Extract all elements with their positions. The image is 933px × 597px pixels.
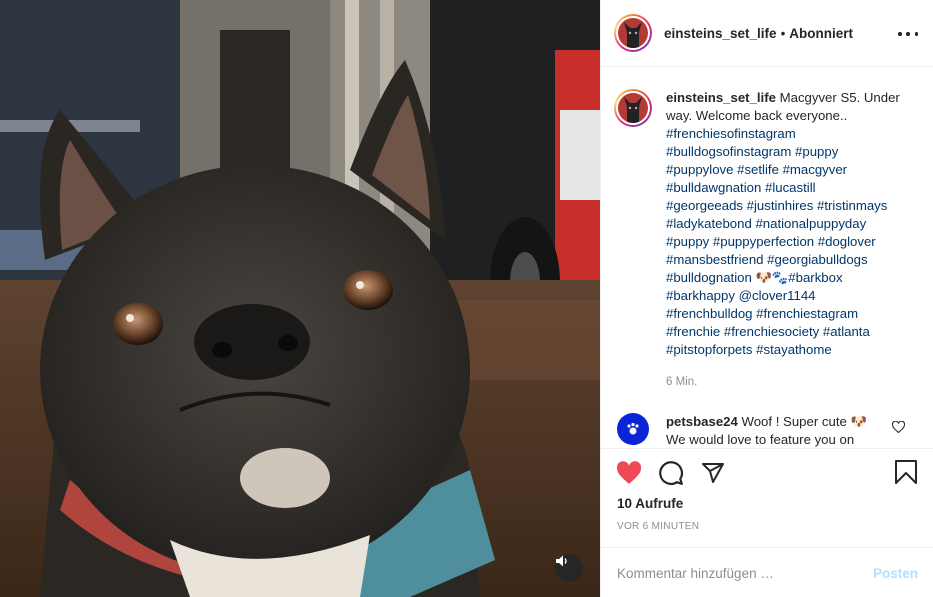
save-button[interactable]: [894, 459, 922, 487]
like-button[interactable]: [615, 459, 643, 487]
more-dot-icon: [898, 32, 902, 36]
caption-username-link[interactable]: einsteins_set_life: [666, 90, 776, 105]
paper-plane-icon: [702, 463, 724, 483]
hashtag-line[interactable]: #frenchbulldog #frenchiestagram: [666, 305, 916, 323]
comment-body: Woof ! Super cute 🐶: [741, 414, 867, 429]
hashtag-line[interactable]: #puppy #puppyperfection #doglover: [666, 233, 916, 251]
caption-avatar[interactable]: [614, 89, 652, 127]
hashtag-line[interactable]: #mansbestfriend #georgiabulldogs: [666, 251, 916, 269]
instagram-post-modal: einsteins_set_life • Abonniert einsteins…: [0, 0, 933, 597]
header-username-link[interactable]: einsteins_set_life: [664, 26, 777, 41]
heart-filled-icon: [616, 461, 642, 484]
post-actions: 10 Aufrufe VOR 6 MINUTEN Posten: [601, 448, 933, 597]
caption-timestamp[interactable]: 6 Min.: [666, 376, 697, 388]
post-video[interactable]: [0, 0, 600, 597]
post-timestamp[interactable]: VOR 6 MINUTEN: [617, 521, 699, 532]
hashtag-line[interactable]: #bulldogsofinstagram #puppy: [666, 143, 916, 161]
more-options-button[interactable]: [898, 24, 918, 44]
comment-button[interactable]: [657, 459, 685, 487]
hashtag-line[interactable]: #pitstopforpets #stayathome: [666, 341, 916, 359]
hashtag-line[interactable]: #frenchiesofinstagram: [666, 125, 916, 143]
hashtag-line[interactable]: #puppylove #setlife #macgyver: [666, 161, 916, 179]
avatar-image: [618, 18, 648, 48]
comment-icon: [659, 461, 683, 485]
caption-text: einsteins_set_life Macgyver S5. Under wa…: [666, 89, 916, 359]
avatar[interactable]: [614, 14, 652, 52]
hashtag-line[interactable]: #frenchie #frenchiesociety #atlanta: [666, 323, 916, 341]
video-frame-image: [0, 0, 600, 597]
comment-item: petsbase24 Woof ! Super cute 🐶 We would …: [617, 413, 896, 448]
hashtag-line[interactable]: #bulldognation 🐶🐾#barkbox: [666, 269, 916, 287]
comment-text: petsbase24 Woof ! Super cute 🐶 We would …: [666, 413, 896, 448]
hashtag-line[interactable]: #georgeeads #justinhires #tristinmays: [666, 197, 916, 215]
commenter-username-link[interactable]: petsbase24: [666, 414, 738, 429]
speaker-icon: [556, 555, 567, 567]
header-separator: •: [780, 25, 786, 41]
comment-input[interactable]: [617, 565, 873, 581]
bookmark-icon: [895, 460, 917, 484]
sound-toggle-button[interactable]: [555, 554, 583, 582]
caption: einsteins_set_life Macgyver S5. Under wa…: [614, 89, 916, 359]
views-count[interactable]: 10 Aufrufe: [617, 496, 683, 511]
hashtag-line[interactable]: #ladykatebond #nationalpuppyday: [666, 215, 916, 233]
hashtag-line[interactable]: #barkhappy @clover1144: [666, 287, 916, 305]
share-button[interactable]: [699, 459, 727, 487]
comment-body-line2: We would love to feature you on: [666, 432, 855, 447]
post-side-panel: einsteins_set_life • Abonniert einsteins…: [600, 0, 933, 597]
post-comment-button[interactable]: Posten: [873, 566, 918, 581]
add-comment-form: Posten: [601, 547, 933, 597]
hashtag-line[interactable]: #bulldawgnation #lucastill: [666, 179, 916, 197]
comments-section[interactable]: einsteins_set_life Macgyver S5. Under wa…: [601, 67, 933, 448]
caption-line: way. Welcome back everyone..: [666, 108, 848, 123]
commenter-avatar[interactable]: [617, 413, 649, 445]
follow-status-button[interactable]: Abonniert: [789, 26, 853, 41]
comment-like-button[interactable]: [891, 420, 906, 436]
more-dot-icon: [906, 32, 910, 36]
post-header: einsteins_set_life • Abonniert: [601, 0, 933, 67]
caption-line: Macgyver S5. Under: [779, 90, 900, 105]
more-dot-icon: [914, 32, 918, 36]
heart-outline-icon: [891, 420, 906, 434]
paw-logo-icon: [627, 422, 639, 435]
